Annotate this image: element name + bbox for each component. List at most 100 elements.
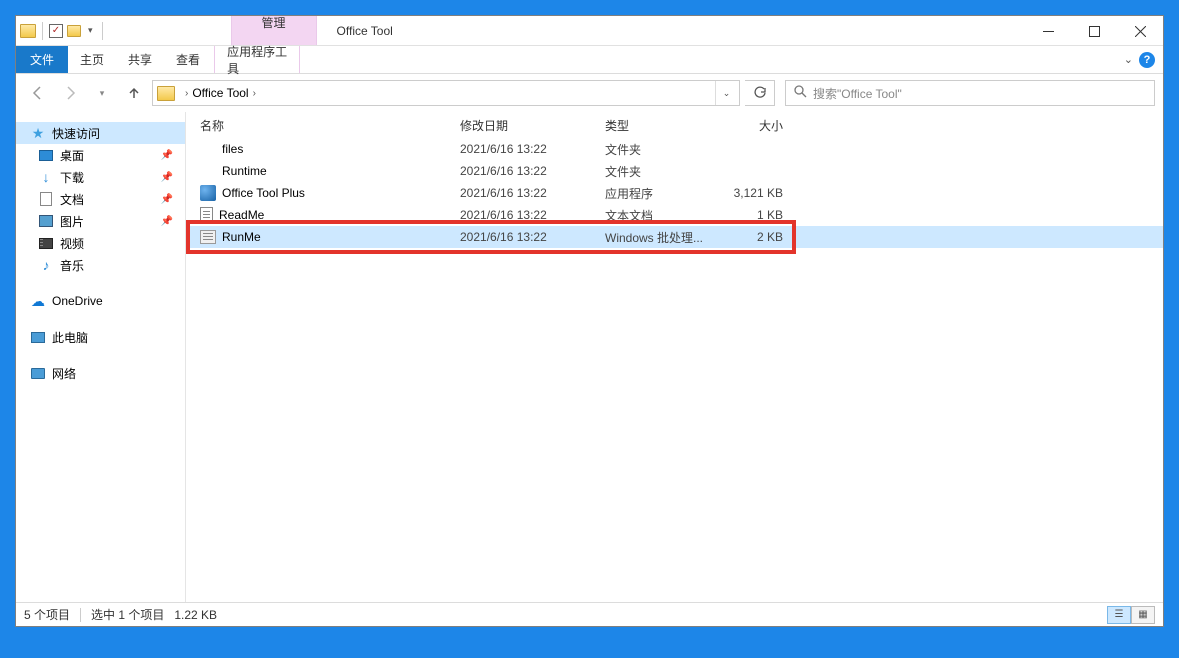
desktop-icon <box>38 147 54 163</box>
close-button[interactable] <box>1117 16 1163 46</box>
sidebar-item-desktop[interactable]: 桌面 📌 <box>16 144 185 166</box>
search-placeholder: 搜索"Office Tool" <box>813 85 902 102</box>
file-date-cell: 2021/6/16 13:22 <box>456 142 601 156</box>
file-date-cell: 2021/6/16 13:22 <box>456 230 601 244</box>
sidebar-item-label: 文档 <box>60 191 84 208</box>
recent-locations-button[interactable]: ▾ <box>88 79 116 107</box>
app-icon[interactable] <box>20 24 36 38</box>
back-button[interactable] <box>24 79 52 107</box>
file-name-label: RunMe <box>222 230 261 244</box>
music-icon: ♪ <box>38 257 54 273</box>
explorer-body: ★ 快速访问 桌面 📌 ↓ 下载 📌 文档 📌 图片 📌 <box>16 112 1163 602</box>
sidebar-quick-access-label: 快速访问 <box>52 125 100 142</box>
details-view-button[interactable]: ☰ <box>1107 606 1131 624</box>
file-row[interactable]: ReadMe 2021/6/16 13:22文本文档1 KB <box>186 204 1163 226</box>
sidebar-item-videos[interactable]: 视频 <box>16 232 185 254</box>
forward-button[interactable] <box>56 79 84 107</box>
file-type-cell: 文件夹 <box>601 141 721 158</box>
pin-icon: 📌 <box>161 172 173 183</box>
qat-customize-button[interactable]: ▾ <box>85 25 96 36</box>
sidebar-item-documents[interactable]: 文档 📌 <box>16 188 185 210</box>
pin-icon: 📌 <box>161 150 173 161</box>
file-rows: files2021/6/16 13:22文件夹Runtime2021/6/16 … <box>186 138 1163 248</box>
file-name-label: files <box>222 142 243 156</box>
file-row[interactable]: files 2021/6/16 13:22文件夹 <box>186 138 1163 160</box>
sidebar-item-pictures[interactable]: 图片 📌 <box>16 210 185 232</box>
file-date-cell: 2021/6/16 13:22 <box>456 186 601 200</box>
file-name-cell: Office Tool Plus <box>196 185 456 201</box>
file-name-cell: files <box>196 142 456 156</box>
ribbon-contextual-label: 管理 <box>262 17 286 30</box>
file-name-label: ReadMe <box>219 208 264 222</box>
up-button[interactable] <box>120 79 148 107</box>
thumbnails-view-button[interactable]: ▦ <box>1131 606 1155 624</box>
refresh-button[interactable] <box>745 80 775 106</box>
status-selection-size: 1.22 KB <box>174 608 217 622</box>
file-date-cell: 2021/6/16 13:22 <box>456 208 601 222</box>
videos-icon <box>38 235 54 251</box>
col-header-name[interactable]: 名称 <box>196 117 456 134</box>
view-switcher: ☰ ▦ <box>1107 606 1155 624</box>
quick-access-toolbar: ✓ ▾ <box>16 16 109 45</box>
col-header-size[interactable]: 大小 <box>721 117 791 134</box>
sidebar-item-label: 视频 <box>60 235 84 252</box>
sidebar-onedrive-label: OneDrive <box>52 294 103 308</box>
sidebar-onedrive[interactable]: ☁ OneDrive <box>16 290 185 312</box>
application-icon <box>200 185 216 201</box>
window-title: Office Tool <box>317 24 1025 38</box>
search-icon <box>794 85 807 101</box>
window-controls <box>1025 16 1163 45</box>
file-row[interactable]: Office Tool Plus2021/6/16 13:22应用程序3,121… <box>186 182 1163 204</box>
app-tools-tab[interactable]: 应用程序工具 <box>214 46 300 73</box>
sidebar-item-music[interactable]: ♪ 音乐 <box>16 254 185 276</box>
sidebar-item-label: 图片 <box>60 213 84 230</box>
address-bar[interactable]: › Office Tool › ⌄ <box>152 80 740 106</box>
file-tab[interactable]: 文件 <box>16 46 68 73</box>
folder-icon <box>200 165 216 178</box>
download-icon: ↓ <box>38 169 54 185</box>
ribbon-collapse-button[interactable]: ⌄ <box>1124 53 1133 66</box>
file-type-cell: 文件夹 <box>601 163 721 180</box>
file-row[interactable]: Runtime2021/6/16 13:22文件夹 <box>186 160 1163 182</box>
title-bar: ✓ ▾ 管理 Office Tool <box>16 16 1163 46</box>
sidebar-item-downloads[interactable]: ↓ 下载 📌 <box>16 166 185 188</box>
file-list-view[interactable]: 名称 修改日期 类型 大小 files2021/6/16 13:22文件夹Run… <box>186 112 1163 602</box>
file-name-cell: Runtime <box>196 164 456 178</box>
sidebar-item-label: 下载 <box>60 169 84 186</box>
explorer-window: ✓ ▾ 管理 Office Tool 文件 主页 共享 查看 应用 <box>15 15 1164 627</box>
file-size-cell: 1 KB <box>721 208 791 222</box>
view-tab[interactable]: 查看 <box>164 46 212 73</box>
col-header-type[interactable]: 类型 <box>601 117 721 134</box>
pc-icon <box>30 329 46 345</box>
file-name-label: Office Tool Plus <box>222 186 305 200</box>
address-history-button[interactable]: ⌄ <box>715 81 737 105</box>
search-box[interactable]: 搜索"Office Tool" <box>785 80 1155 106</box>
file-type-cell: 文本文档 <box>601 207 721 224</box>
star-icon: ★ <box>30 125 46 141</box>
breadcrumb-separator-icon[interactable]: › <box>181 88 192 99</box>
home-tab[interactable]: 主页 <box>68 46 116 73</box>
sidebar-quick-access[interactable]: ★ 快速访问 <box>16 122 185 144</box>
file-date-cell: 2021/6/16 13:22 <box>456 164 601 178</box>
status-item-count: 5 个项目 <box>24 606 70 623</box>
qat-new-folder-button[interactable] <box>67 25 81 37</box>
ribbon-tabs: 文件 主页 共享 查看 应用程序工具 ⌄ ? <box>16 46 1163 74</box>
help-icon[interactable]: ? <box>1139 52 1155 68</box>
breadcrumb-segment[interactable]: Office Tool <box>192 86 248 100</box>
sidebar-item-label: 音乐 <box>60 257 84 274</box>
col-header-date[interactable]: 修改日期 <box>456 117 601 134</box>
status-selection-count: 选中 1 个项目 <box>91 606 164 623</box>
qat-properties-button[interactable]: ✓ <box>49 24 63 38</box>
maximize-button[interactable] <box>1071 16 1117 46</box>
breadcrumb-separator-icon[interactable]: › <box>249 88 260 99</box>
file-name-cell: RunMe <box>196 230 456 244</box>
file-row[interactable]: RunMe2021/6/16 13:22Windows 批处理...2 KB <box>186 226 1163 248</box>
share-tab[interactable]: 共享 <box>116 46 164 73</box>
navigation-pane[interactable]: ★ 快速访问 桌面 📌 ↓ 下载 📌 文档 📌 图片 📌 <box>16 112 186 602</box>
cloud-icon: ☁ <box>30 293 46 309</box>
sidebar-network-label: 网络 <box>52 365 76 382</box>
minimize-button[interactable] <box>1025 16 1071 46</box>
sidebar-network[interactable]: 网络 <box>16 362 185 384</box>
file-name-cell: ReadMe <box>196 207 456 223</box>
sidebar-this-pc[interactable]: 此电脑 <box>16 326 185 348</box>
